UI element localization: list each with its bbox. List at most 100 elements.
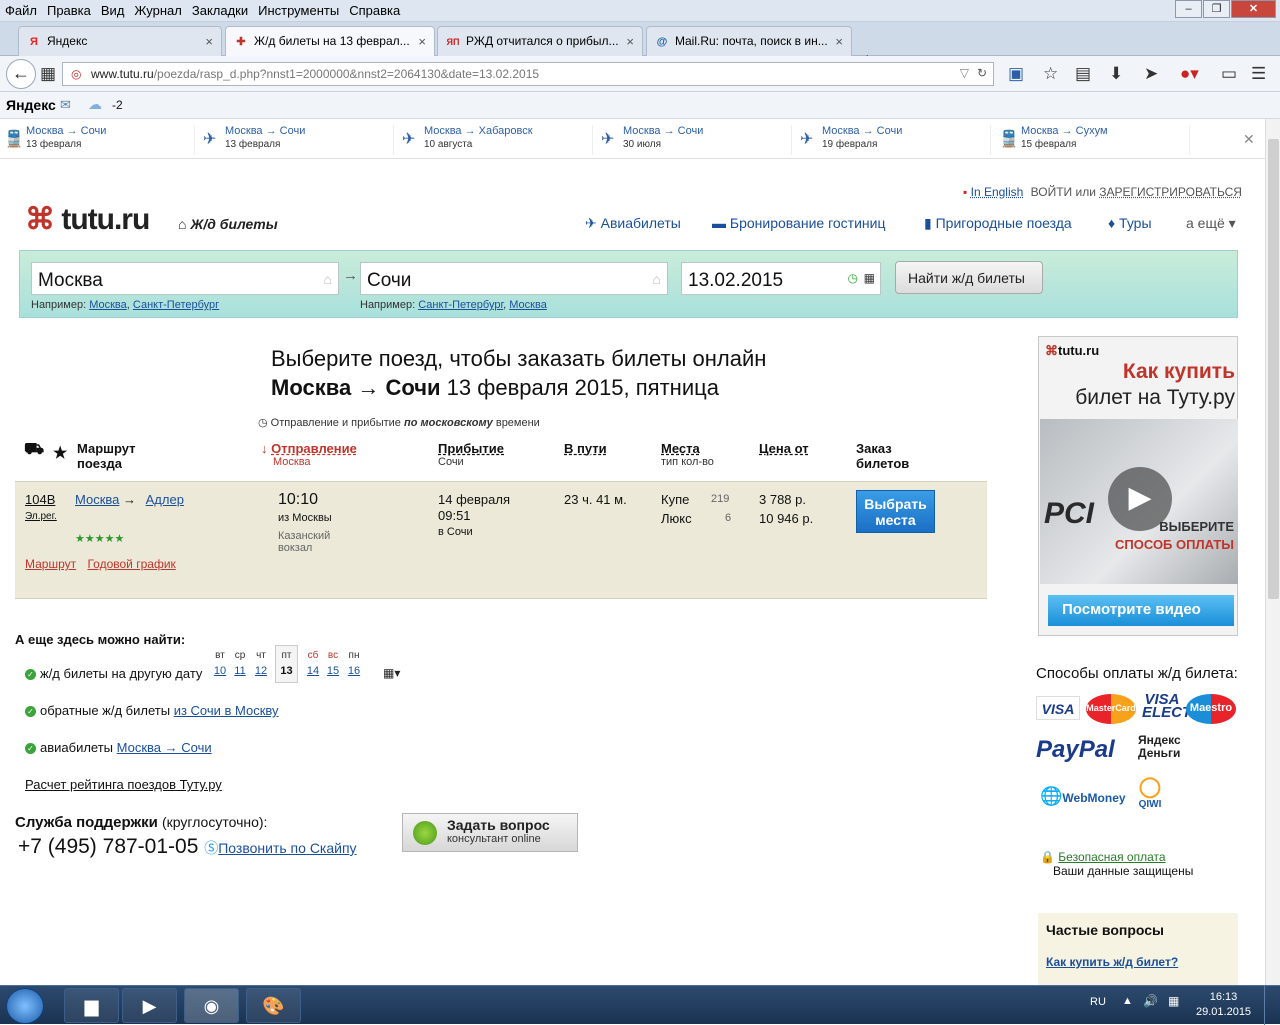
col-seats[interactable]: Места тип кол-во	[661, 441, 714, 468]
nav-more[interactable]: а ещё ▾	[1186, 215, 1236, 232]
menu-bookmarks[interactable]: Закладки	[187, 0, 253, 18]
hamburger-menu-icon[interactable]: ☰	[1251, 64, 1266, 84]
clock-icon[interactable]: ◷	[848, 271, 858, 285]
nav-tours[interactable]: ♦ Туры	[1108, 215, 1152, 231]
calendar-icon[interactable]: ▦	[864, 271, 875, 285]
find-tickets-button[interactable]: Найти ж/д билеты	[895, 261, 1043, 294]
day-sun[interactable]: вс 15	[323, 650, 343, 677]
page-scrollbar[interactable]	[1265, 119, 1280, 985]
tray-expand-icon[interactable]: ▲	[1122, 995, 1133, 1007]
site-identity-icon[interactable]: ◎	[71, 67, 81, 81]
tab-rzd-news[interactable]: ЯП РЖД отчитался о прибыл... ×	[437, 26, 643, 56]
register-link[interactable]: ЗАРЕГИСТРИРОВАТЬСЯ	[1099, 185, 1242, 199]
close-recent-icon[interactable]: ✕	[1243, 131, 1255, 148]
menu-view[interactable]: Вид	[96, 0, 130, 18]
favorite-star-icon[interactable]: ★	[53, 443, 67, 463]
train-number-link[interactable]: 104В	[25, 492, 55, 507]
language-indicator[interactable]: RU	[1090, 996, 1106, 1008]
nav-hotels[interactable]: ▬ Бронирование гостиниц	[712, 215, 885, 231]
minimize-button[interactable]: –	[1175, 0, 1202, 18]
hint-spb[interactable]: Санкт-Петербург	[418, 299, 503, 311]
rating-stars[interactable]: ★★★★★	[75, 532, 124, 545]
tab-yandex[interactable]: Я Яндекс ×	[18, 26, 222, 56]
yandex-logo[interactable]: Яндекс	[6, 97, 56, 113]
recent-item[interactable]: 🚆 Москва → Сухум 15 февраля	[995, 125, 1190, 155]
nav-suburban[interactable]: ▮ Пригородные поезда	[924, 215, 1072, 232]
volume-icon[interactable]: 🔊	[1143, 994, 1158, 1008]
tab-mailru[interactable]: @ Mail.Ru: почта, поиск в ин... ×	[646, 26, 852, 56]
date-input[interactable]: 13.02.2015 ◷ ▦	[681, 262, 881, 295]
clock[interactable]: 16:13 29.01.2015	[1196, 990, 1251, 1020]
url-bar[interactable]: ◎ www.tutu.ru/poezda/rasp_d.php?nnst1=20…	[62, 62, 994, 86]
scrollbar-thumb[interactable]	[1268, 139, 1279, 599]
watch-video-button[interactable]: Посмотрите видео	[1048, 595, 1234, 626]
menu-history[interactable]: Журнал	[129, 0, 186, 18]
howto-video-ad[interactable]: ⌘tutu.ru Как купить билет на Туту.ру PCI …	[1038, 336, 1238, 636]
back-button[interactable]: ←	[6, 59, 36, 89]
tutu-logo[interactable]: ⌘ tutu.ru	[25, 202, 150, 237]
choose-seats-button[interactable]: Выбрать места	[856, 490, 935, 533]
recent-item[interactable]: ✈ Москва → Сочи 30 июля	[597, 125, 792, 155]
ad-video-preview[interactable]: PCI ▶ ВЫБЕРИТЕ СПОСОБ ОПЛАТЫ	[1040, 419, 1238, 584]
close-tab-icon[interactable]: ×	[835, 34, 843, 49]
menu-tools[interactable]: Инструменты	[253, 0, 344, 18]
tab-tutu[interactable]: ✚ Ж/д билеты на 13 феврал... ×	[225, 26, 435, 56]
network-icon[interactable]: ▦	[1168, 994, 1179, 1008]
paint-icon[interactable]: 🎨	[246, 988, 301, 1023]
english-link[interactable]: In English	[971, 185, 1024, 199]
bookmark-star-icon[interactable]: ☆	[1043, 64, 1058, 84]
mail-icon[interactable]: ✉	[60, 97, 71, 113]
menu-help[interactable]: Справка	[344, 0, 405, 18]
col-departure[interactable]: ↓ Отправление Москва	[261, 441, 357, 468]
maximize-button[interactable]: ❐	[1203, 0, 1230, 18]
day-thu[interactable]: чт 12	[251, 650, 271, 677]
yearly-schedule-link[interactable]: Годовой график	[87, 557, 175, 571]
faq-question[interactable]: Как купить ж/д билет?	[1046, 955, 1178, 969]
download-icon[interactable]: ⬇	[1109, 64, 1123, 84]
e-registration-link[interactable]: Эл.рег.	[25, 511, 57, 522]
recent-item[interactable]: 🚆 Москва → Сочи 13 февраля	[0, 125, 195, 155]
col-route[interactable]: Маршрут поезда	[77, 441, 157, 471]
col-price[interactable]: Цена от	[759, 441, 809, 456]
day-mon[interactable]: пн 16	[344, 650, 364, 677]
file-explorer-icon[interactable]: ▆	[64, 988, 119, 1023]
route-to-link[interactable]: Адлер	[146, 492, 184, 507]
reload-icon[interactable]: ↻	[977, 66, 987, 80]
send-icon[interactable]: ➤	[1144, 64, 1158, 84]
avia-link[interactable]: Москва → Сочи	[117, 740, 212, 755]
day-wed[interactable]: ср 11	[230, 650, 250, 677]
recent-item[interactable]: ✈ Москва → Хабаровск 10 августа	[398, 125, 593, 155]
recent-item[interactable]: ✈ Москва → Сочи 19 февраля	[796, 125, 991, 155]
menu-file[interactable]: Файл	[0, 0, 42, 18]
menu-edit[interactable]: Правка	[42, 0, 96, 18]
weather-cloud-icon[interactable]: ☁	[88, 96, 102, 113]
hint-moscow[interactable]: Москва	[509, 299, 547, 311]
day-sat[interactable]: сб 14	[303, 650, 323, 677]
hint-spb[interactable]: Санкт-Петербург	[133, 299, 219, 311]
bookmarks-list-icon[interactable]: ▤	[1075, 64, 1091, 84]
train-type-icon[interactable]: ⛟	[24, 440, 44, 460]
login-link[interactable]: ВОЙТИ	[1031, 185, 1073, 199]
close-tab-icon[interactable]: ×	[626, 34, 634, 49]
media-player-icon[interactable]: ▶	[122, 988, 177, 1023]
rating-link[interactable]: Расчет рейтинга поездов Туту.ру	[25, 777, 222, 792]
calendar-dropdown-icon[interactable]: ▦▾	[383, 666, 400, 680]
day-tue[interactable]: вт 10	[210, 650, 230, 677]
extension-icon[interactable]: ▣	[1008, 64, 1024, 84]
swap-arrow-icon[interactable]: →	[343, 267, 358, 284]
close-tab-icon[interactable]: ×	[205, 34, 213, 49]
skype-link[interactable]: Позвонить по Скайпу	[218, 840, 356, 856]
secure-link[interactable]: Безопасная оплата	[1058, 850, 1165, 864]
start-button[interactable]	[6, 988, 44, 1024]
page-grid-icon[interactable]: ▦	[40, 64, 56, 84]
return-link[interactable]: из Сочи в Москву	[174, 703, 279, 718]
close-window-button[interactable]: ✕	[1231, 0, 1276, 18]
adblock-icon[interactable]: ●▾	[1180, 64, 1199, 84]
col-duration[interactable]: В пути	[564, 441, 607, 456]
route-from-link[interactable]: Москва	[75, 492, 119, 507]
show-desktop-button[interactable]	[1264, 986, 1280, 1025]
hint-moscow[interactable]: Москва	[89, 299, 127, 311]
firefox-icon[interactable]: ◉	[184, 988, 239, 1023]
close-tab-icon[interactable]: ×	[418, 34, 426, 49]
recent-item[interactable]: ✈ Москва → Сочи 13 февраля	[199, 125, 394, 155]
